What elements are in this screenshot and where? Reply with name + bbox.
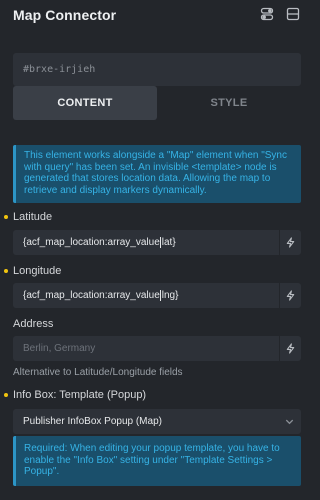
address-label: Address bbox=[13, 318, 54, 330]
panel-title: Map Connector bbox=[13, 7, 117, 23]
latitude-label: Latitude bbox=[13, 211, 53, 223]
address-input[interactable]: Berlin, Germany bbox=[13, 336, 301, 361]
header-actions bbox=[260, 7, 300, 21]
chevron-down-icon bbox=[284, 416, 295, 430]
address-hint: Alternative to Latitude/Longitude fields bbox=[13, 367, 183, 378]
css-id-field[interactable]: #brxe-irjieh bbox=[13, 53, 301, 86]
infobox-template-label: Info Box: Template (Popup) bbox=[13, 389, 147, 401]
dynamic-data-icon[interactable] bbox=[279, 230, 301, 255]
layers-icon[interactable] bbox=[286, 7, 300, 21]
dynamic-data-icon[interactable] bbox=[279, 283, 301, 308]
required-dot bbox=[4, 215, 8, 219]
longitude-value-end: lng} bbox=[161, 290, 179, 301]
address-placeholder: Berlin, Germany bbox=[23, 343, 96, 354]
tab-content[interactable]: CONTENT bbox=[13, 86, 157, 120]
dynamic-data-icon[interactable] bbox=[279, 336, 301, 361]
latitude-input[interactable]: {acf_map_location:array_value lat} bbox=[13, 230, 301, 255]
required-dot bbox=[4, 269, 8, 273]
popup-required-info-box: Required: When editing your popup templa… bbox=[13, 436, 301, 486]
tab-bar: CONTENT STYLE bbox=[13, 86, 301, 120]
longitude-label: Longitude bbox=[13, 265, 62, 277]
latitude-value: {acf_map_location:array_value bbox=[23, 237, 160, 248]
infobox-template-select[interactable]: Publisher InfoBox Popup (Map) bbox=[13, 409, 301, 434]
switch-icon[interactable] bbox=[260, 7, 274, 21]
longitude-value: {acf_map_location:array_value bbox=[23, 290, 160, 301]
longitude-input[interactable]: {acf_map_location:array_value lng} bbox=[13, 283, 301, 308]
panel-header: Map Connector bbox=[0, 0, 308, 30]
infobox-selected-value: Publisher InfoBox Popup (Map) bbox=[23, 416, 162, 427]
sync-info-box: This element works alongside a "Map" ele… bbox=[13, 145, 301, 203]
tab-style[interactable]: STYLE bbox=[157, 86, 301, 120]
latitude-value-end: lat} bbox=[161, 237, 176, 248]
required-dot bbox=[4, 393, 8, 397]
